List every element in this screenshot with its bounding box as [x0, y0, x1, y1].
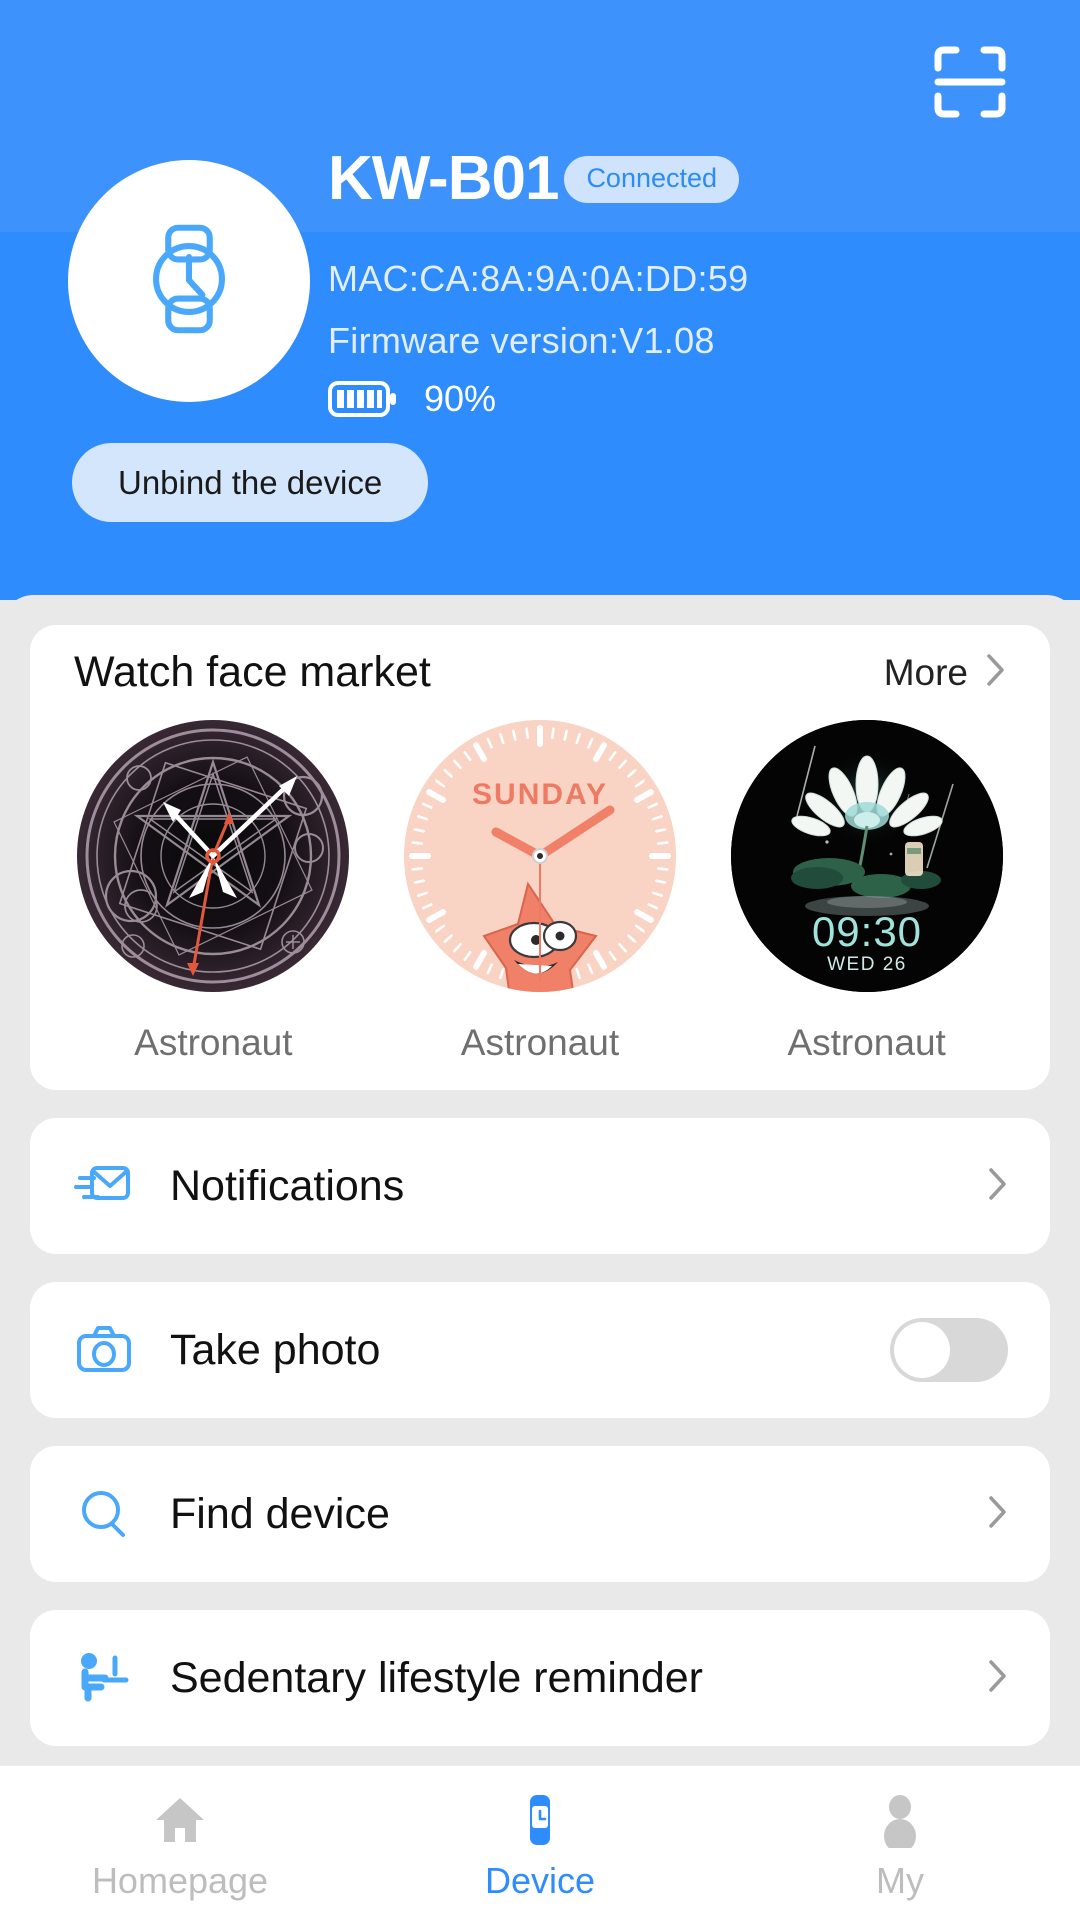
device-header: KW-B01 Connected MAC:CA:8A:9A:0A:DD:59 F…: [0, 0, 1080, 600]
watch-face-item[interactable]: Astronaut: [63, 720, 363, 1064]
watch-face-more-link[interactable]: More: [884, 652, 1006, 694]
battery-row: 90%: [328, 378, 496, 420]
menu-row-notifications[interactable]: Notifications: [30, 1118, 1050, 1254]
device-name-row: KW-B01 Connected: [328, 144, 740, 213]
status-badge: Connected: [564, 155, 740, 203]
watch-face-preview-time: 09:30: [812, 908, 922, 955]
person-icon: [872, 1792, 928, 1848]
nav-tab-label: Homepage: [91, 1860, 269, 1901]
nav-tab-device[interactable]: Device: [360, 1766, 720, 1920]
watch-face-preview-lotus[interactable]: 09:30 WED 26: [730, 720, 1003, 992]
watch-face-market-header: Watch face market More: [30, 651, 1050, 694]
battery-percentage: 90%: [424, 378, 497, 419]
nav-tab-my[interactable]: My: [720, 1766, 1080, 1920]
unbind-device-button[interactable]: Unbind the device: [72, 443, 429, 522]
menu-row-find-device[interactable]: Find device: [30, 1446, 1050, 1582]
watch-face-label: Astronaut: [134, 1022, 293, 1063]
page-title: KW-B01: [328, 144, 559, 213]
toggle-knob: [894, 1322, 950, 1378]
search-icon: [72, 1482, 136, 1546]
menu-row-label: Notifications: [170, 1161, 405, 1210]
device-firmware-version: Firmware version:V1.08: [328, 320, 715, 361]
device-avatar: [68, 160, 310, 402]
watch-face-preview-magic-circle[interactable]: [77, 720, 350, 992]
nav-tab-label: Device: [484, 1860, 596, 1901]
watch-face-preview-text: SUNDAY: [472, 778, 608, 811]
chevron-right-icon: [986, 653, 1006, 692]
envelope-icon: [72, 1154, 136, 1218]
nav-tab-homepage[interactable]: Homepage: [0, 1766, 360, 1920]
menu-row-label: Sedentary lifestyle reminder: [170, 1653, 703, 1702]
device-screen: KW-B01 Connected MAC:CA:8A:9A:0A:DD:59 F…: [0, 0, 1080, 1920]
menu-row-label: Take photo: [170, 1325, 381, 1374]
watch-face-market-card: Watch face market More Astronaut SUNDAY …: [30, 625, 1050, 1090]
chevron-right-icon: [988, 1495, 1008, 1534]
more-label: More: [883, 651, 968, 693]
section-title: Watch face market: [74, 648, 431, 696]
menu-row-label: Find device: [170, 1489, 390, 1538]
chevron-right-icon: [988, 1167, 1008, 1206]
watch-face-item[interactable]: SUNDAY Astronaut: [390, 720, 690, 1064]
sedentary-person-icon: [72, 1646, 136, 1710]
watch-icon: [512, 1792, 568, 1848]
home-icon: [152, 1792, 208, 1848]
watch-icon: [128, 218, 250, 345]
take-photo-toggle[interactable]: [890, 1318, 1008, 1382]
menu-row-take-photo[interactable]: Take photo: [30, 1282, 1050, 1418]
device-mac-address: MAC:CA:8A:9A:0A:DD:59: [328, 258, 749, 299]
nav-tab-label: My: [876, 1860, 924, 1901]
chevron-right-icon: [988, 1659, 1008, 1698]
battery-icon: [328, 379, 398, 419]
watch-face-label: Astronaut: [460, 1022, 620, 1063]
watch-face-label: Astronaut: [787, 1022, 946, 1063]
watch-face-list: Astronaut SUNDAY Astronaut 09:30 WED 26 …: [30, 720, 1050, 1064]
camera-icon: [72, 1318, 136, 1382]
menu-row-sedentary-reminder[interactable]: Sedentary lifestyle reminder: [30, 1610, 1050, 1746]
watch-face-item[interactable]: 09:30 WED 26 Astronaut: [717, 720, 1017, 1064]
scan-qr-icon[interactable]: [932, 44, 1008, 120]
watch-face-preview-sunday[interactable]: SUNDAY: [403, 720, 676, 992]
content-sheet: Watch face market More Astronaut SUNDAY …: [0, 595, 1080, 1765]
bottom-navigation: Homepage Device My: [0, 1765, 1080, 1920]
watch-face-preview-date: WED 26: [827, 954, 907, 975]
